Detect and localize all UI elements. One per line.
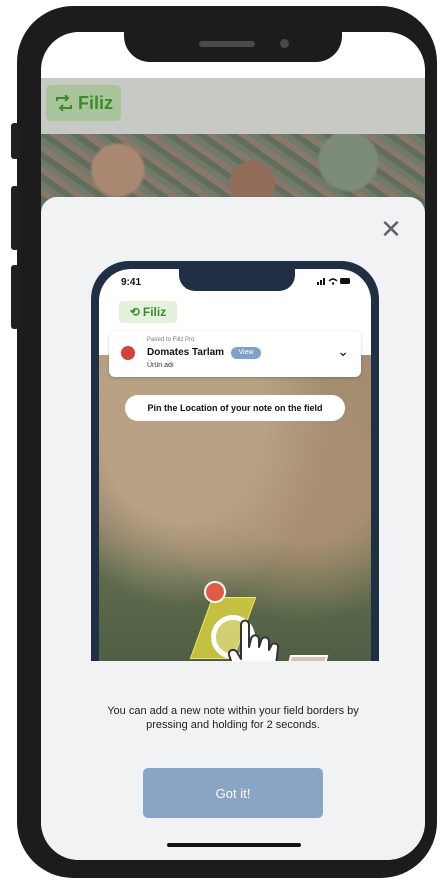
onboarding-sheet: ✕ 9:41 ⟲ Filiz Paired to Filiz Pro Domat… [41,197,425,860]
illustration-status-icons [317,277,351,287]
illustration-logo-text: Filiz [142,305,167,319]
phone-side-button [11,265,19,329]
close-icon[interactable]: ✕ [379,216,403,242]
filiz-arrows-icon: ⟲ [129,305,140,319]
got-it-button[interactable]: Got it! [143,768,323,818]
view-badge: View [231,347,261,359]
app-header: Filiz [41,78,425,134]
phone-screen: Filiz ✕ 9:41 ⟲ Filiz Paired to Filiz Pro… [41,32,425,860]
phone-side-button [11,186,19,250]
pin-location-banner: Pin the Location of your note on the fie… [125,395,345,421]
illustration-status-time: 9:41 [121,277,142,288]
chevron-down-icon: ⌄ [337,343,349,359]
front-camera [280,39,289,48]
phone-side-button [11,123,19,159]
field-crop-icon [121,346,135,360]
note-pin-icon [204,581,226,603]
illustration-notch [179,269,295,291]
app-logo: Filiz [46,85,121,121]
field-name: Domates Tarlam [147,347,225,358]
speaker [199,41,255,47]
paired-label: Paired to Filiz Pro [147,337,195,343]
pointing-hand-icon [227,619,280,661]
illustration-logo: ⟲ Filiz [119,301,177,323]
illustration-screen: 9:41 ⟲ Filiz Paired to Filiz Pro Domates… [99,269,371,661]
app-name: Filiz [78,92,113,113]
signal-wifi-battery-icon [317,278,350,285]
field-polygon [279,655,329,661]
home-indicator [167,843,301,847]
product-name: Ürün adı [147,362,174,369]
field-card: Paired to Filiz Pro Domates Tarlam View … [109,331,361,377]
filiz-arrows-icon [56,95,72,111]
instruction-text: You can add a new note within your field… [107,705,359,731]
notch [124,32,342,62]
illustration-phone: 9:41 ⟲ Filiz Paired to Filiz Pro Domates… [91,261,379,661]
